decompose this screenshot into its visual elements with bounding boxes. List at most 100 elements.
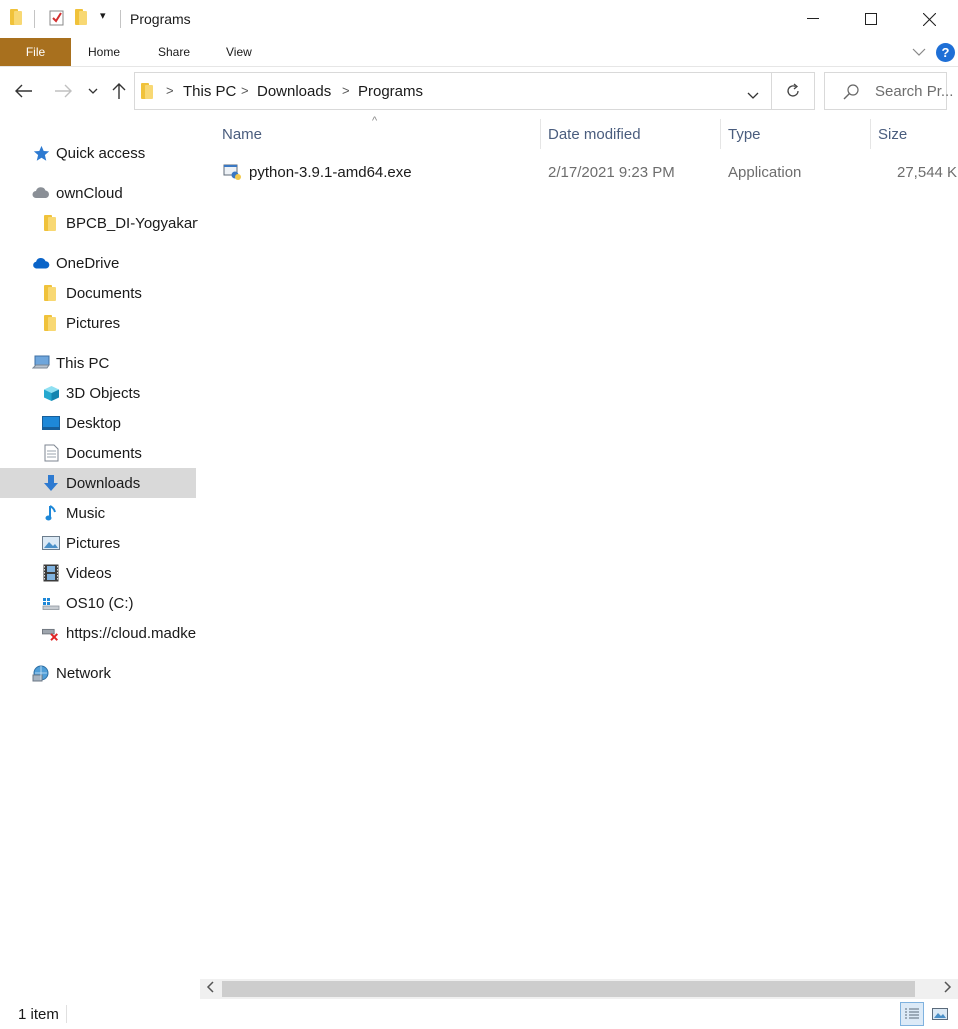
scroll-right-icon[interactable] xyxy=(944,981,952,996)
breadcrumb-this-pc[interactable]: This PC xyxy=(183,83,236,100)
folder-icon xyxy=(10,9,24,25)
onedrive-icon xyxy=(32,254,50,272)
sidebar-item-music[interactable]: Music xyxy=(0,498,196,528)
column-header-date-modified[interactable]: Date modified xyxy=(548,126,641,143)
forward-button[interactable] xyxy=(51,79,75,103)
table-row[interactable]: python-3.9.1-amd64.exe 2/17/2021 9:23 PM… xyxy=(200,157,958,187)
sidebar-item-onedrive-documents[interactable]: Documents xyxy=(0,278,196,308)
column-divider[interactable] xyxy=(540,119,541,149)
maximize-button[interactable] xyxy=(842,0,900,38)
music-note-icon xyxy=(42,504,60,522)
close-button[interactable] xyxy=(900,0,958,38)
sidebar-item-label: ownCloud xyxy=(56,184,123,202)
folder-icon xyxy=(141,83,155,102)
chevron-down-icon[interactable] xyxy=(747,87,759,103)
recent-locations-button[interactable] xyxy=(82,79,104,103)
tab-share[interactable]: Share xyxy=(158,38,190,66)
network-drive-disconnected-icon xyxy=(42,624,60,642)
file-name: python-3.9.1-amd64.exe xyxy=(249,164,412,181)
folder-icon xyxy=(42,214,60,232)
sidebar-item-pictures[interactable]: Pictures xyxy=(0,528,196,558)
column-header-type[interactable]: Type xyxy=(728,126,761,143)
large-icons-view-button[interactable] xyxy=(928,1002,952,1026)
sidebar-item-network-drive[interactable]: https://cloud.madke xyxy=(0,618,196,648)
scroll-left-icon[interactable] xyxy=(206,981,214,996)
search-placeholder: Search Pr... xyxy=(875,83,954,100)
breadcrumb-downloads[interactable]: Downloads xyxy=(257,83,331,100)
sidebar-item-videos[interactable]: Videos xyxy=(0,558,196,588)
file-date-modified: 2/17/2021 9:23 PM xyxy=(548,164,675,181)
desktop-icon xyxy=(42,414,60,432)
divider xyxy=(34,10,35,28)
back-button[interactable] xyxy=(12,79,36,103)
column-divider[interactable] xyxy=(720,119,721,149)
pictures-icon xyxy=(42,534,60,552)
breadcrumb-separator-icon[interactable]: > xyxy=(342,83,350,98)
sidebar-item-bpcb[interactable]: BPCB_DI-Yogyakarta xyxy=(0,208,198,238)
help-icon[interactable]: ? xyxy=(936,43,955,62)
file-list: ^ Name Date modified Type Size python-3.… xyxy=(200,115,958,977)
computer-icon xyxy=(32,354,50,372)
sidebar-item-onedrive[interactable]: OneDrive xyxy=(0,248,196,278)
column-divider[interactable] xyxy=(870,119,871,149)
up-button[interactable] xyxy=(107,79,131,103)
sidebar-item-label: Documents xyxy=(66,444,142,462)
tab-file[interactable]: File xyxy=(0,38,71,66)
navigation-bar: > This PC > Downloads > Programs Search … xyxy=(0,67,958,115)
sidebar-item-label: OS10 (C:) xyxy=(66,594,134,612)
sidebar-item-label: Music xyxy=(66,504,106,522)
title-bar: ▾ Programs xyxy=(0,0,958,38)
window-title: Programs xyxy=(130,11,191,27)
address-bar[interactable]: > This PC > Downloads > Programs xyxy=(134,72,772,110)
search-box[interactable]: Search Pr... xyxy=(824,72,953,110)
sidebar-item-label: Network xyxy=(56,664,112,682)
folder-icon xyxy=(42,284,60,302)
tab-home[interactable]: Home xyxy=(88,38,120,66)
sidebar-item-onedrive-pictures[interactable]: Pictures xyxy=(0,308,196,338)
tab-view[interactable]: View xyxy=(226,38,252,66)
search-icon xyxy=(843,84,859,103)
sidebar-item-this-pc[interactable]: This PC xyxy=(0,348,196,378)
properties-icon[interactable] xyxy=(49,9,65,26)
sidebar-item-label: Desktop xyxy=(66,414,122,432)
network-icon xyxy=(32,664,50,682)
scrollbar-thumb[interactable] xyxy=(222,981,915,997)
sidebar-item-3d-objects[interactable]: 3D Objects xyxy=(0,378,196,408)
navigation-pane: Quick access ownCloud BPCB_DI-Yogyakarta… xyxy=(0,115,198,977)
cloud-gray-icon xyxy=(32,184,50,202)
cube-icon xyxy=(42,384,60,402)
star-icon xyxy=(32,144,50,162)
expand-ribbon-icon[interactable] xyxy=(912,44,926,60)
sidebar-item-quick-access[interactable]: Quick access xyxy=(0,138,196,168)
divider xyxy=(120,10,121,28)
breadcrumb-programs[interactable]: Programs xyxy=(358,83,423,100)
column-header-size[interactable]: Size xyxy=(878,126,907,143)
sidebar-item-label: Downloads xyxy=(66,474,141,492)
qat-customize-icon[interactable]: ▾ xyxy=(100,9,106,22)
breadcrumb-separator-icon[interactable]: > xyxy=(241,83,249,98)
drive-icon xyxy=(42,594,60,612)
python-installer-icon xyxy=(223,163,243,184)
sort-ascending-icon: ^ xyxy=(372,115,378,127)
divider xyxy=(66,1005,67,1023)
sidebar-item-documents[interactable]: Documents xyxy=(0,438,196,468)
minimize-button[interactable] xyxy=(784,0,842,38)
sidebar-item-label: Videos xyxy=(66,564,112,582)
sidebar-item-label: 3D Objects xyxy=(66,384,141,402)
horizontal-scrollbar[interactable] xyxy=(200,979,958,999)
new-folder-icon[interactable] xyxy=(75,9,89,25)
sidebar-item-owncloud[interactable]: ownCloud xyxy=(0,178,196,208)
sidebar-item-label: BPCB_DI-Yogyakarta xyxy=(66,214,198,232)
details-view-button[interactable] xyxy=(900,1002,924,1026)
file-type: Application xyxy=(728,164,802,181)
item-count: 1 item xyxy=(18,1006,59,1023)
sidebar-item-downloads[interactable]: Downloads xyxy=(0,468,196,498)
breadcrumb-separator-icon[interactable]: > xyxy=(166,83,174,98)
sidebar-item-desktop[interactable]: Desktop xyxy=(0,408,196,438)
film-icon xyxy=(42,564,60,582)
refresh-button[interactable] xyxy=(771,72,815,110)
sidebar-item-network[interactable]: Network xyxy=(0,658,196,688)
sidebar-item-os10-drive[interactable]: OS10 (C:) xyxy=(0,588,196,618)
sidebar-item-label: Pictures xyxy=(66,314,121,332)
column-header-name[interactable]: Name xyxy=(222,126,262,143)
